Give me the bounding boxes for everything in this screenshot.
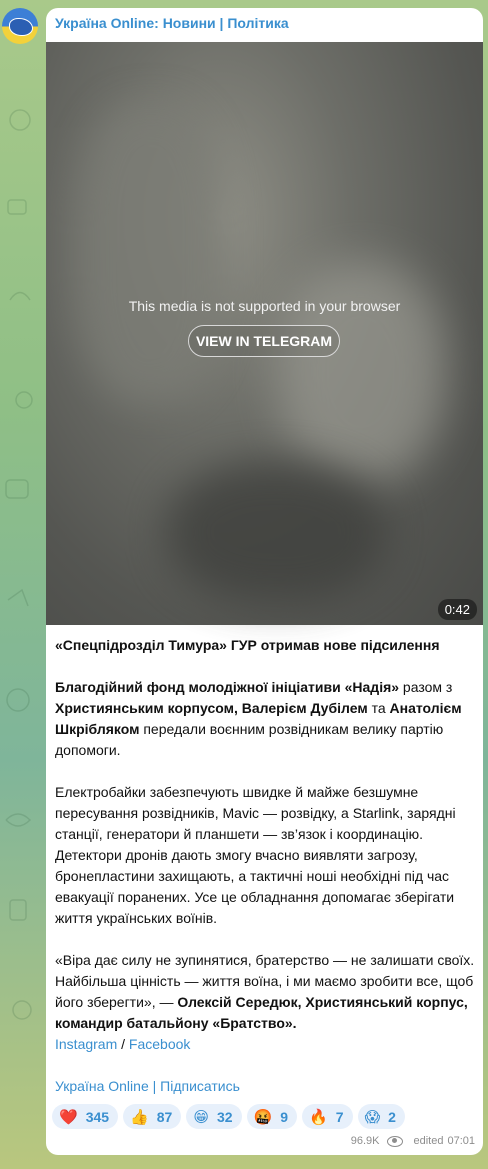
reaction-thumbs-up[interactable]: 👍 87: [123, 1104, 182, 1129]
subscribe-link[interactable]: Україна Online | Підписатись: [55, 1078, 240, 1094]
paragraph-quote: «Віра дає силу не зупинятися, братерство…: [55, 952, 475, 1031]
reaction-fire[interactable]: 🔥 7: [302, 1104, 353, 1129]
facebook-link[interactable]: Facebook: [129, 1036, 190, 1052]
blurred-figure: [166, 462, 386, 602]
video-duration-badge: 0:42: [437, 599, 477, 620]
fire-icon: 🔥: [309, 1107, 328, 1126]
channel-avatar[interactable]: [2, 8, 38, 44]
scream-icon: 😱: [364, 1107, 381, 1126]
reaction-heart[interactable]: ❤️ 345: [52, 1104, 119, 1129]
view-count: 96.9K: [350, 1135, 380, 1147]
reaction-scream[interactable]: 😱 2: [357, 1104, 405, 1129]
reactions-bar: ❤️ 345 👍 87 😁 32 🤬 9 🔥 7 😱 2: [52, 1104, 405, 1129]
grin-icon: 😁: [193, 1107, 209, 1126]
heart-icon: ❤️: [59, 1107, 78, 1126]
paragraph-equipment: Електробайки забезпечують швидке й майже…: [55, 784, 456, 926]
paragraph-donors: Благодійний фонд молодіжної ініціативи «…: [55, 679, 462, 758]
message-bubble: Україна Online: Новини | Політика This m…: [46, 8, 483, 1155]
unsupported-media-text: This media is not supported in your brow…: [128, 298, 401, 314]
blurred-figure: [76, 102, 226, 402]
social-links: Instagram / Facebook: [55, 1036, 191, 1052]
channel-name[interactable]: Україна Online: Новини | Політика: [55, 15, 289, 31]
thumbs-up-icon: 👍: [130, 1107, 149, 1126]
angry-icon: 🤬: [253, 1107, 273, 1126]
message-text: «Спецпідрозділ Тимура» ГУР отримав нове …: [55, 635, 475, 1097]
edited-label: edited: [413, 1135, 444, 1147]
reaction-grin[interactable]: 😁 32: [186, 1104, 242, 1129]
blurred-figure: [276, 262, 446, 482]
message-time: 07:01: [447, 1135, 475, 1147]
message-meta: 96.9K edited 07:01: [351, 1135, 475, 1147]
ukraine-map-icon: [9, 18, 33, 36]
view-in-telegram-button[interactable]: VIEW IN TELEGRAM: [188, 325, 340, 357]
eye-icon: [387, 1135, 404, 1147]
reaction-angry[interactable]: 🤬 9: [246, 1104, 298, 1129]
video-preview[interactable]: This media is not supported in your brow…: [46, 42, 483, 625]
post-headline: «Спецпідрозділ Тимура» ГУР отримав нове …: [55, 637, 440, 653]
instagram-link[interactable]: Instagram: [55, 1036, 117, 1052]
